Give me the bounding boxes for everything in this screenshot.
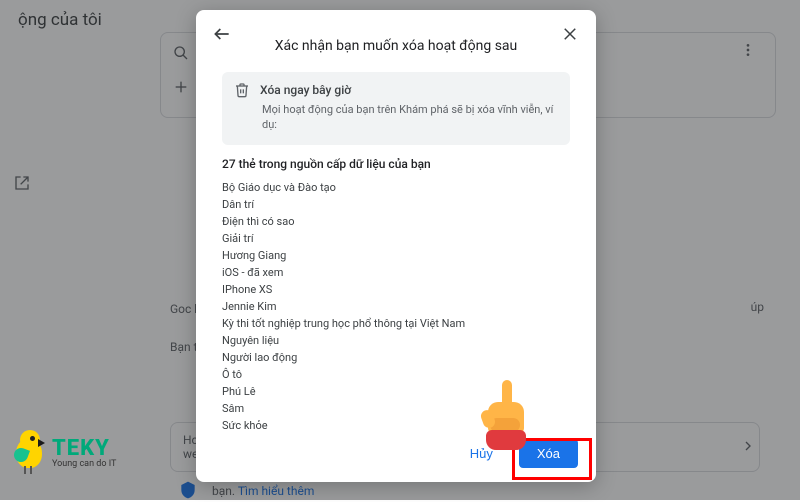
delete-button[interactable]: Xóa <box>519 439 578 468</box>
list-item: Giải trí <box>222 230 570 247</box>
list-item: Sâm <box>222 400 570 417</box>
dialog-header: Xác nhận bạn muốn xóa hoạt động sau <box>196 10 596 64</box>
logo-sub-text: Young can do IT <box>52 459 116 469</box>
info-description: Mọi hoạt động của bạn trên Khám phá sẽ b… <box>262 102 558 133</box>
back-button[interactable] <box>210 22 234 46</box>
list-item: Nguyên liệu <box>222 332 570 349</box>
info-title: Xóa ngay bây giờ <box>260 83 351 97</box>
dialog-body[interactable]: Xóa ngay bây giờ Mọi hoạt động của bạn t… <box>196 64 596 429</box>
list-item: Phú Lê <box>222 383 570 400</box>
delete-info-box: Xóa ngay bây giờ Mọi hoạt động của bạn t… <box>222 72 570 145</box>
confirm-delete-dialog: Xác nhận bạn muốn xóa hoạt động sau Xóa … <box>196 10 596 482</box>
trash-icon <box>234 82 250 98</box>
list-item: Dân trí <box>222 196 570 213</box>
list-item: Ô tô <box>222 366 570 383</box>
list-item: IPhone XS <box>222 281 570 298</box>
list-item: Jennie Kim <box>222 298 570 315</box>
list-item: iOS - đã xem <box>222 264 570 281</box>
list-item: Kỳ thi tốt nghiệp trung học phổ thông tạ… <box>222 315 570 332</box>
logo-main-text: TEKY <box>52 436 116 461</box>
logo-bird-icon <box>12 430 50 474</box>
dialog-title: Xác nhận bạn muốn xóa hoạt động sau <box>214 38 578 54</box>
list-item: Người lao động <box>222 349 570 366</box>
list-item: Điện thì có sao <box>222 213 570 230</box>
teky-logo: TEKY Young can do IT <box>12 430 116 474</box>
close-button[interactable] <box>558 22 582 46</box>
dialog-footer: Hủy Xóa <box>196 429 596 482</box>
section-title: 27 thẻ trong nguồn cấp dữ liệu của bạn <box>222 157 570 171</box>
cancel-button[interactable]: Hủy <box>452 439 511 468</box>
data-source-list: Bộ Giáo dục và Đào tạoDân tríĐiện thì có… <box>222 179 570 429</box>
list-item: Bộ Giáo dục và Đào tạo <box>222 179 570 196</box>
list-item: Sức khỏe <box>222 417 570 429</box>
list-item: Hương Giang <box>222 247 570 264</box>
